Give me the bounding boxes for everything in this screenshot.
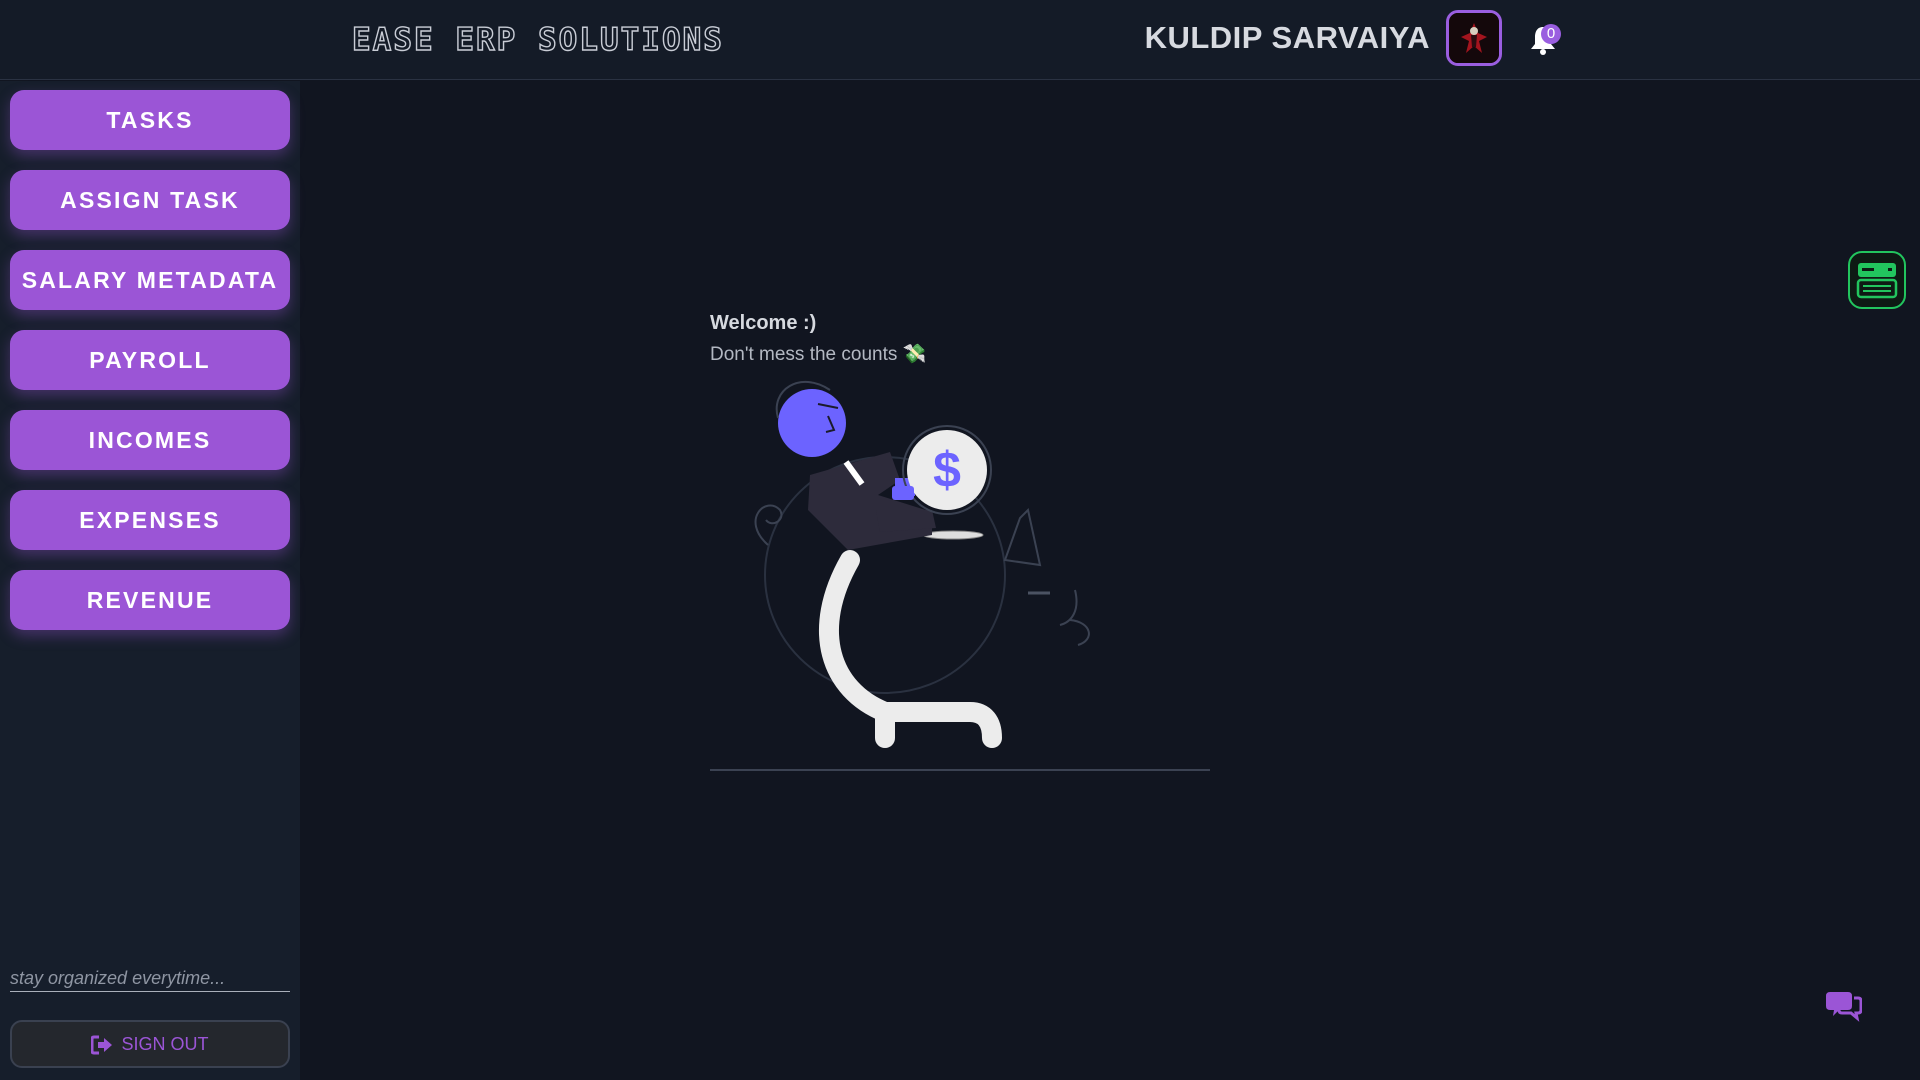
avatar[interactable] <box>1446 10 1502 66</box>
svg-text:$: $ <box>933 442 961 498</box>
sidebar-tagline: stay organized everytime... <box>10 968 290 992</box>
sidebar-item-tasks[interactable]: TASKS <box>10 90 290 150</box>
welcome-heading: Welcome :) <box>710 312 817 334</box>
top-bar: EASE ERP SOLUTIONS KULDIP SARVAIYA 0 <box>0 0 1920 80</box>
sidebar-item-payroll[interactable]: PAYROLL <box>10 330 290 390</box>
notification-badge: 0 <box>1541 24 1561 44</box>
brand-logo: EASE ERP SOLUTIONS <box>351 21 724 58</box>
signout-icon <box>91 1035 113 1055</box>
piggy-bank-illustration: $ <box>710 380 1210 771</box>
sidebar: TASKS ASSIGN TASK SALARY METADATA PAYROL… <box>0 81 300 1080</box>
sidebar-item-salary-metadata[interactable]: SALARY METADATA <box>10 250 290 310</box>
signout-button[interactable]: SIGN OUT <box>10 1020 290 1068</box>
sidebar-item-revenue[interactable]: REVENUE <box>10 570 290 630</box>
chat-icon[interactable] <box>1826 988 1862 1022</box>
signout-label: SIGN OUT <box>121 1034 209 1054</box>
user-name: KULDIP SARVAIYA <box>1144 20 1430 55</box>
widget-server-button[interactable] <box>1848 251 1906 309</box>
sidebar-item-assign-task[interactable]: ASSIGN TASK <box>10 170 290 230</box>
sidebar-item-incomes[interactable]: INCOMES <box>10 410 290 470</box>
server-icon <box>1856 263 1898 299</box>
sidebar-item-expenses[interactable]: EXPENSES <box>10 490 290 550</box>
